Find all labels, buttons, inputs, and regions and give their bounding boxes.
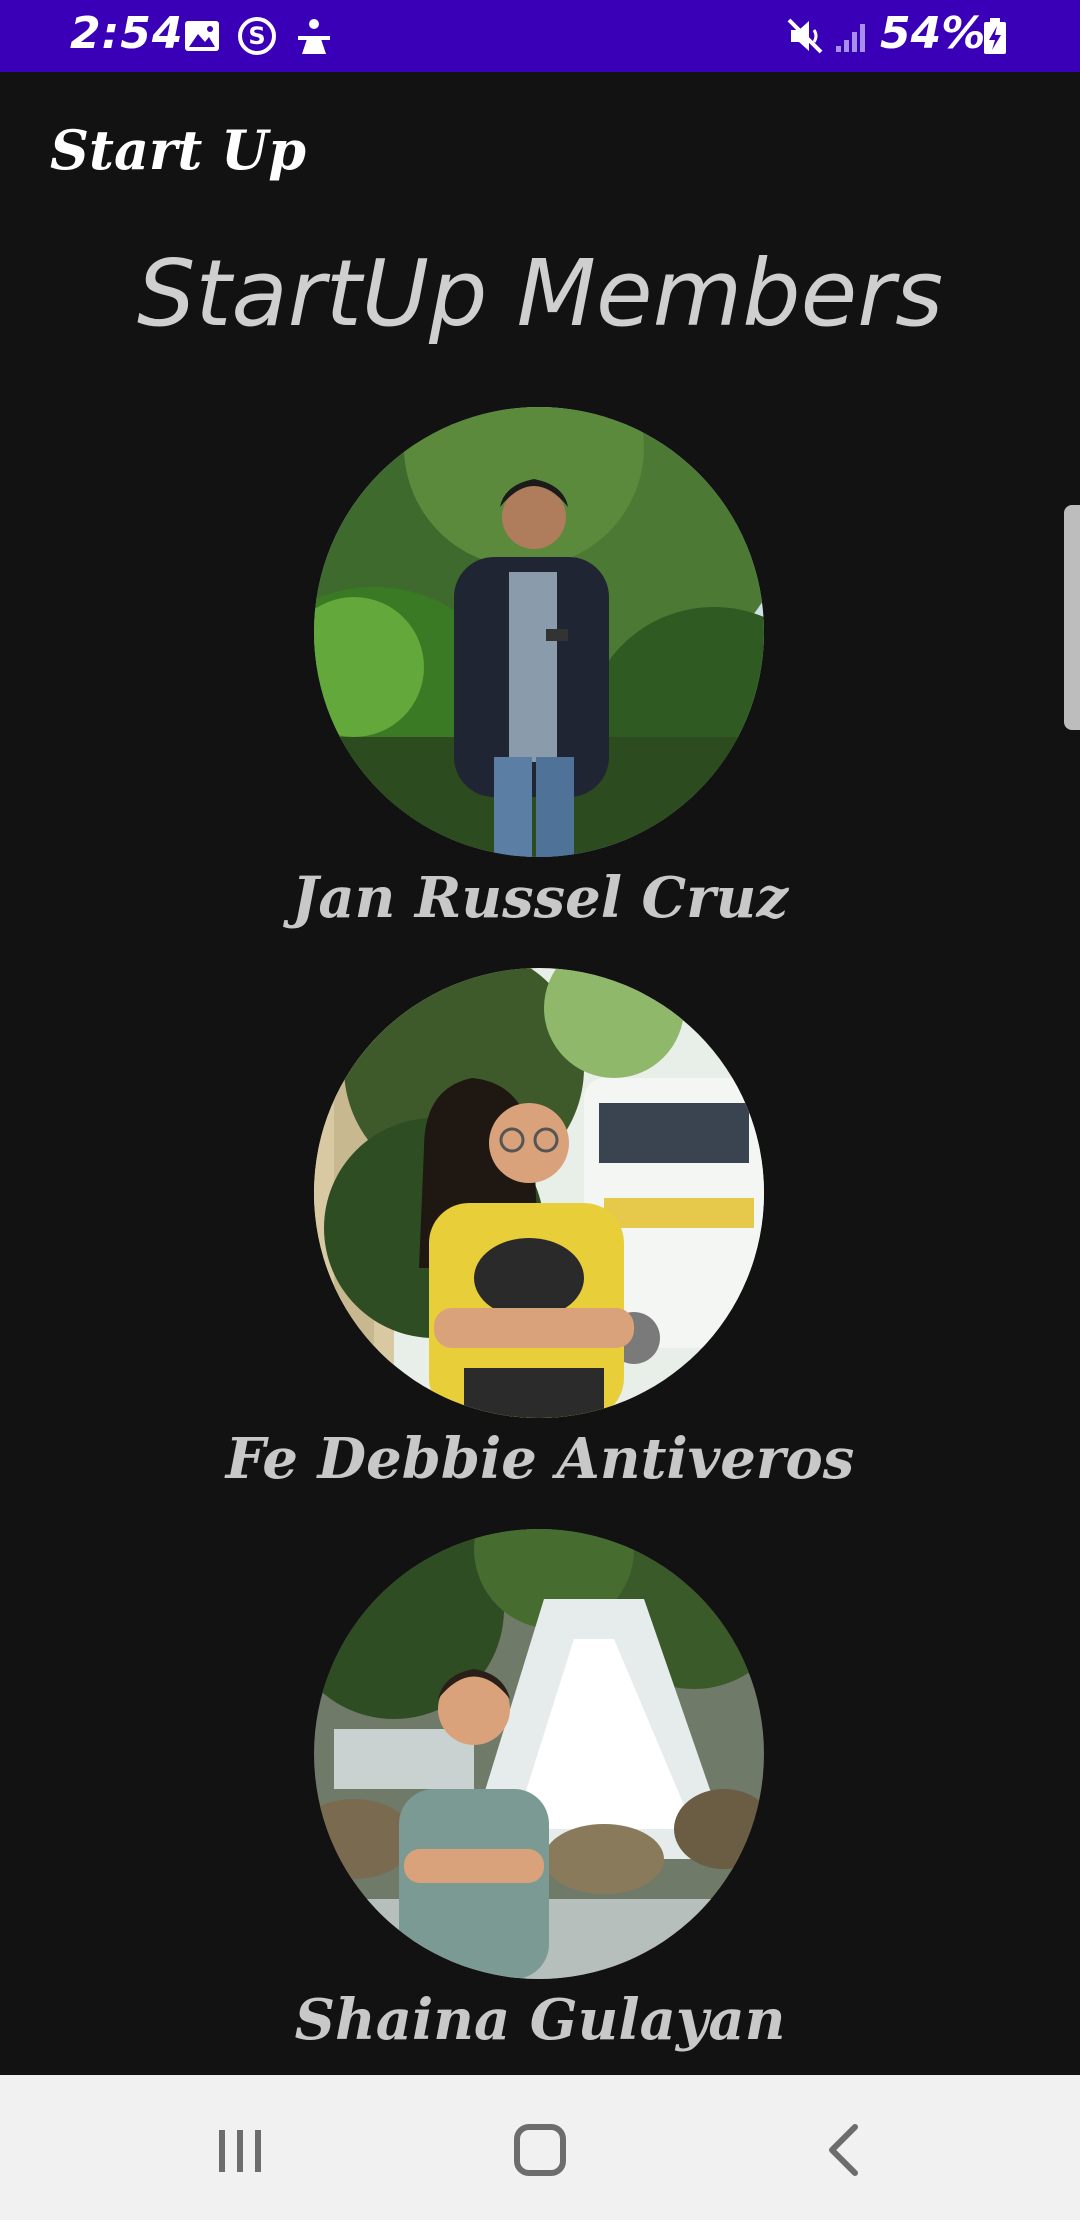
member-name: Jan Russel Cruz [291,865,789,931]
member-photo-forest [314,407,764,857]
home-icon [514,2124,566,2176]
back-button[interactable] [800,2105,890,2195]
s-app-icon: S [238,17,276,55]
status-bar: 2:54 S 54% [0,0,1080,72]
member-name: Shaina Gulayan [294,1987,786,2053]
screen: 2:54 S 54% Start Up StartUp Members Jan … [0,0,1080,2220]
gallery-icon [185,21,219,51]
svg-text:S: S [248,22,265,50]
member-photo [314,968,764,1418]
member-photo [314,1529,764,1979]
back-icon [829,2124,858,2176]
status-time: 2:54 [70,8,184,59]
home-button[interactable] [495,2105,585,2195]
scrollbar[interactable] [1064,505,1080,730]
signal-icon [836,24,865,52]
member-photo-waterfall [314,1529,764,1979]
member-photo [314,407,764,857]
page-heading: StartUp Members [136,240,944,347]
battery-icon [984,18,1006,54]
member-photo-bus [314,968,764,1418]
recent-apps-button[interactable] [195,2105,285,2195]
battery-percentage: 54% [880,8,986,59]
navigation-bar [0,2075,1080,2220]
accessibility-icon [298,19,330,54]
recent-apps-icon [219,2130,261,2172]
mute-icon [787,18,823,54]
member-name: Fe Debbie Antiveros [225,1426,855,1492]
app-title: Start Up [50,118,306,182]
